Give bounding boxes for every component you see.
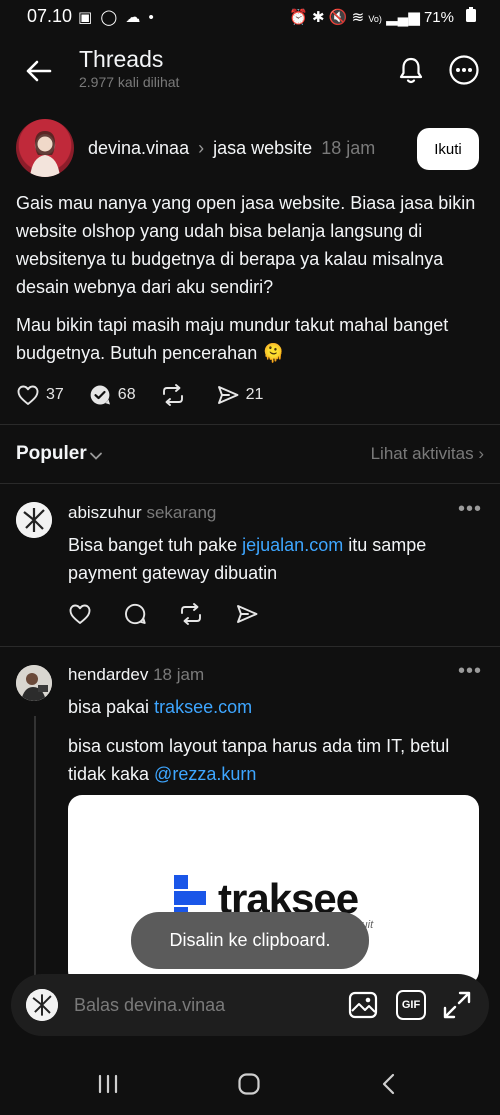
page-title: Threads [79,46,164,72]
reply-text: bisa custom layout tanpa harus ada tim I… [68,732,484,788]
gallery-icon: ▣ [78,9,95,26]
post-paragraph-2-text: Mau bikin tapi masih maju mundur takut m… [16,315,449,363]
system-nav-bar [0,1050,500,1115]
repost-icon [162,384,183,406]
heart-icon[interactable] [68,602,92,626]
reply-username[interactable]: abiszuhur [68,503,142,522]
reply-text: bisa pakai traksee.com [68,693,484,721]
bluetooth-icon: ✱ [312,9,325,26]
divider [0,424,500,425]
reply-link[interactable]: jejualan.com [242,535,343,555]
mention-link[interactable]: @rezza.kurn [154,764,256,784]
sort-row: Populer Lihat aktivitas › [16,440,484,470]
reply-count: 68 [117,386,136,403]
post-header: devina.vinaa › jasa website 18 jam [88,138,375,159]
chevron-right-icon: › [478,444,484,463]
divider [0,646,500,647]
reply-link[interactable]: traksee.com [154,697,252,717]
reply-avatar[interactable] [16,665,52,701]
app-header: Threads 2.977 kali dilihat [0,36,500,106]
follow-button[interactable]: Ikuti [417,128,479,170]
status-time: 07.10 [27,6,73,26]
reply-text-part: bisa custom layout tanpa harus ada tim I… [68,736,450,784]
mute-icon: 🔇 [328,9,348,26]
recent-apps-icon[interactable] [96,1074,120,1094]
repost-icon[interactable] [178,602,204,626]
post-body: Gais mau nanya yang open jasa website. B… [16,189,484,367]
image-icon[interactable] [348,991,378,1019]
clipboard-toast: Disalin ke clipboard. [131,912,369,969]
send-icon [217,386,239,404]
like-count: 37 [46,386,64,403]
system-icons: ⏰ ✱ 🔇 ≋ Vo) ▂▄▆ 71% [289,8,454,26]
sort-dropdown[interactable]: Populer [16,443,87,465]
gif-button[interactable]: GIF [396,990,426,1020]
wifi-icon: ≋ [351,9,365,26]
comment-icon[interactable] [123,602,147,626]
whatsapp-icon: ◯ [100,9,120,26]
signal-icon: ▂▄▆ [386,9,420,26]
reply-more-icon[interactable]: ••• [458,498,482,521]
reply-header: abiszuhur sekarang [68,503,216,523]
volte-icon: Vo) [368,14,382,24]
gif-label: GIF [401,999,421,1011]
status-bar: 07.10 ▣ ◯ ☁ • ⏰ ✱ 🔇 ≋ Vo) ▂▄▆ 71% [0,0,500,36]
alarm-icon: ⏰ [289,9,308,26]
battery-icon [466,7,476,22]
reply-text-part: bisa pakai [68,697,155,717]
post-author-avatar[interactable] [16,119,74,177]
reply-username[interactable]: hendardev [68,665,148,684]
reply-composer: GIF [11,974,489,1036]
dot-icon: • [148,9,156,26]
expand-icon[interactable] [442,990,472,1020]
reply-text-part: Bisa banget tuh pake [68,535,243,555]
cloud-icon: ☁ [125,9,143,26]
more-options-icon[interactable] [448,54,480,86]
view-activity-label: Lihat aktivitas [370,444,474,463]
post-time: 18 jam [321,138,376,158]
reply-avatar[interactable] [16,502,52,538]
melting-face-emoji: 🫠 [262,343,285,363]
reply-actions [68,602,290,626]
post-actions: 37 68 21 [16,380,287,410]
thread-line [34,716,36,976]
reply-more-icon[interactable]: ••• [458,660,482,683]
notification-icons: ▣ ◯ ☁ • [78,8,156,26]
comment-check-icon [90,385,110,405]
post-topic[interactable]: jasa website [213,138,312,158]
view-count: 2.977 kali dilihat [79,74,180,90]
bell-icon[interactable] [395,54,427,86]
home-icon[interactable] [237,1072,261,1096]
like-action[interactable]: 37 [16,383,64,407]
share-count: 21 [245,386,264,403]
reply-input[interactable] [74,990,324,1020]
repost-action[interactable] [160,383,192,407]
chevron-right-icon: › [198,138,205,158]
back-nav-icon[interactable] [380,1072,398,1096]
chevron-down-icon[interactable] [88,448,104,464]
reply-time: sekarang [146,503,217,522]
divider [0,483,500,484]
post-paragraph-2: Mau bikin tapi masih maju mundur takut m… [16,311,484,367]
send-icon[interactable] [235,602,259,626]
reply-text: Bisa banget tuh pake jejualan.com itu sa… [68,531,484,587]
reply-header: hendardev 18 jam [68,665,204,685]
battery-text: 71% [423,9,454,26]
heart-icon [17,385,39,405]
back-arrow-icon[interactable] [22,54,56,88]
post-paragraph-1: Gais mau nanya yang open jasa website. B… [16,193,476,297]
view-activity-link[interactable]: Lihat aktivitas › [371,444,484,464]
post-username[interactable]: devina.vinaa [88,138,189,158]
reply-item: abiszuhur sekarang ••• Bisa banget tuh p… [0,498,500,638]
share-action[interactable]: 21 [216,383,264,407]
reply-time: 18 jam [153,665,205,684]
my-avatar [26,989,58,1021]
reply-action[interactable]: 68 [88,383,136,407]
